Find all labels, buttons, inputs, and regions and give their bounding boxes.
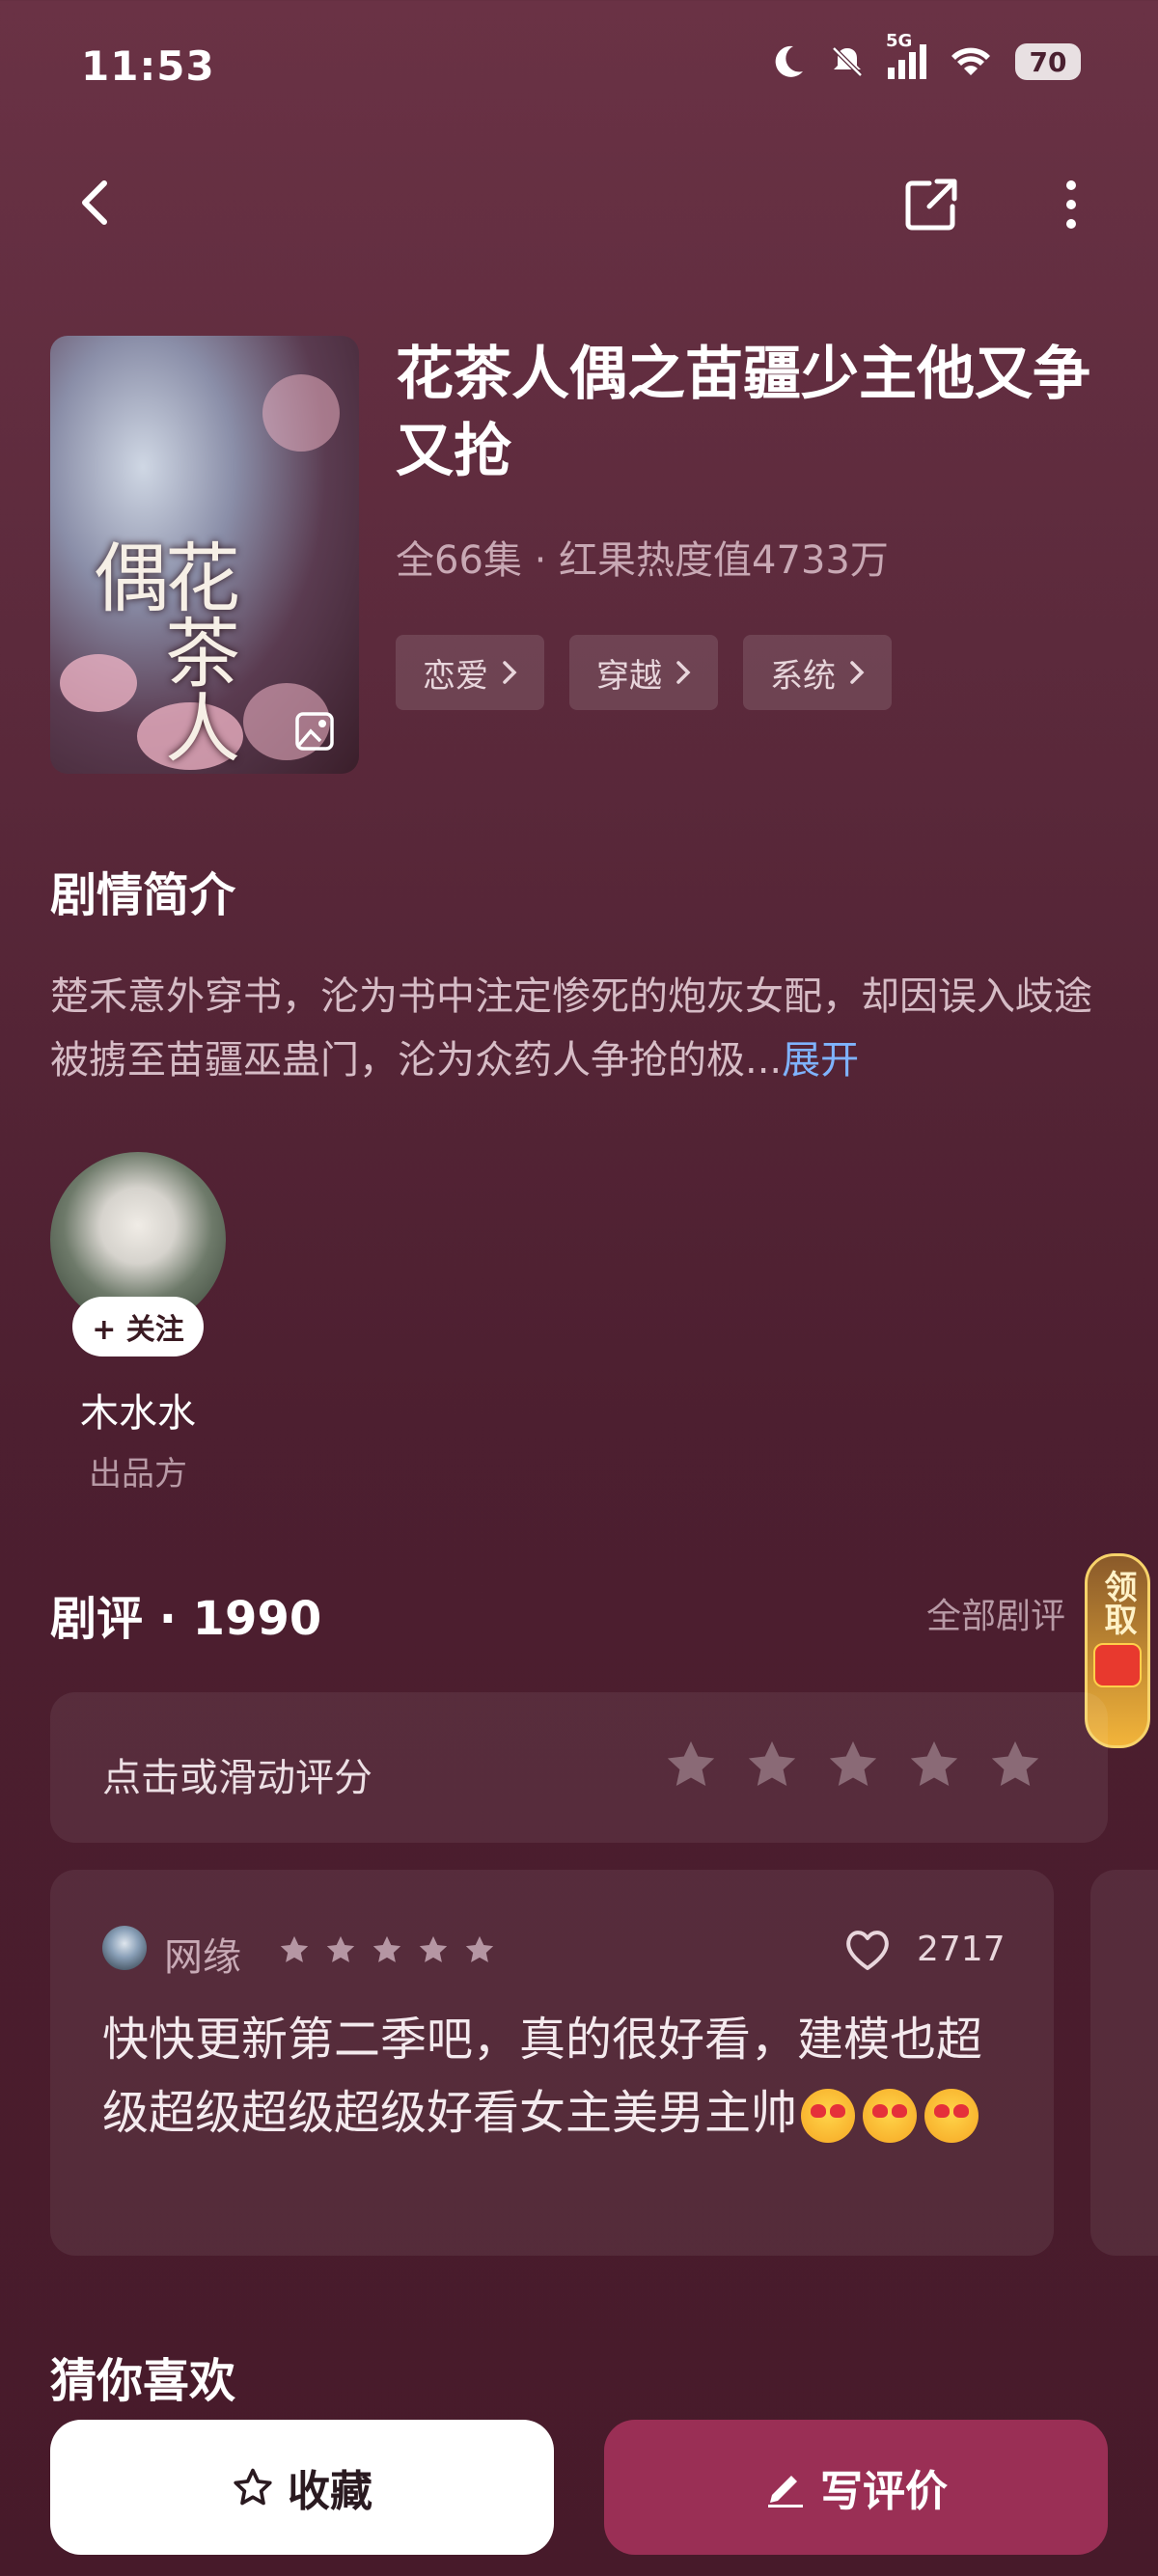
follow-button[interactable]: + 关注: [72, 1297, 204, 1357]
tag-romance[interactable]: 恋爱: [396, 635, 544, 710]
chevron-right-icon: [676, 661, 691, 684]
reward-label: 领取: [1098, 1570, 1137, 1635]
star-icon[interactable]: [986, 1737, 1044, 1793]
back-arrow-icon[interactable]: [68, 174, 125, 232]
write-review-button[interactable]: 写评价: [604, 2420, 1108, 2555]
producer-name[interactable]: 木水水: [50, 1382, 226, 1438]
star-icon[interactable]: [824, 1737, 882, 1793]
star-icon[interactable]: [743, 1737, 801, 1793]
wifi-icon: [951, 47, 990, 75]
tag-list: 恋爱 穿越 系统: [396, 635, 892, 710]
poster-title-text: 花茶人偶: [81, 538, 239, 764]
heart-eyes-emoji-icon: [863, 2089, 918, 2143]
review-stars: [278, 1933, 496, 1966]
reviewer-name[interactable]: 网缘: [164, 1926, 241, 1982]
view-all-reviews-link[interactable]: 全部剧评: [926, 1588, 1065, 1638]
star-outline-icon: [234, 2468, 272, 2506]
network-label: 5G: [886, 31, 913, 51]
synopsis-text: 楚禾意外穿书，沦为书中注定惨死的炮灰女配，却因误入歧途被掳至苗疆巫蛊门，沦为众药…: [50, 965, 1102, 1092]
status-icons: 5G 70: [768, 31, 1081, 81]
producer-role: 出品方: [89, 1455, 187, 1494]
recommend-title: 猜你喜欢: [50, 2354, 236, 2408]
star-icon: [419, 1935, 448, 1962]
moon-icon: [775, 45, 803, 77]
signal-icon: 5G: [886, 31, 926, 79]
view-all-label: 全部剧评: [926, 1597, 1066, 1636]
reviews-title: 剧评 · 1990: [50, 1592, 322, 1646]
chevron-right-icon: [850, 661, 865, 684]
heart-icon[interactable]: [843, 1928, 892, 1972]
poster-image[interactable]: 花茶人偶: [50, 336, 359, 774]
battery-icon: 70: [1015, 43, 1081, 80]
reviewer-avatar[interactable]: [102, 1926, 147, 1970]
tag-label: 穿越: [596, 656, 662, 696]
collect-button[interactable]: 收藏: [50, 2420, 554, 2555]
drama-title: 花茶人偶之苗疆少主他又争又抢: [396, 341, 1090, 485]
expand-link[interactable]: 展开: [782, 1038, 859, 1082]
star-icon: [372, 1935, 401, 1962]
red-envelope-icon: [1093, 1643, 1142, 1687]
review-card-next[interactable]: [1090, 1870, 1158, 2256]
star-icon[interactable]: [905, 1737, 963, 1793]
synopsis-title: 剧情简介: [50, 868, 236, 922]
star-icon: [280, 1935, 309, 1962]
review-text: 快快更新第二季吧，真的很好看，建模也超级超级超级超级好看女主美男主帅: [102, 2003, 990, 2150]
tag-system[interactable]: 系统: [743, 635, 892, 710]
more-vertical-icon[interactable]: [1052, 176, 1090, 233]
tag-time-travel[interactable]: 穿越: [569, 635, 718, 710]
synopsis-body: 楚禾意外穿书，沦为书中注定惨死的炮灰女配，却因误入歧途被掳至苗疆巫蛊门，沦为众药…: [50, 974, 1092, 1082]
mute-bell-icon: [832, 46, 863, 77]
gallery-icon[interactable]: [293, 710, 336, 753]
star-icon: [326, 1935, 355, 1962]
chevron-right-icon: [503, 661, 517, 684]
write-review-label: 写评价: [820, 2467, 948, 2516]
tag-label: 系统: [770, 656, 836, 696]
tag-label: 恋爱: [423, 656, 488, 696]
star-icon: [465, 1935, 494, 1962]
heart-eyes-emoji-icon: [924, 2089, 979, 2143]
rating-prompt: 点击或滑动评分: [102, 1756, 372, 1800]
collect-label: 收藏: [288, 2467, 372, 2516]
heart-eyes-emoji-icon: [801, 2089, 856, 2143]
like-count: 2717: [917, 1930, 1006, 1969]
rating-stars[interactable]: [662, 1737, 1044, 1793]
drama-meta: 全66集 · 红果热度值4733万: [396, 538, 889, 583]
pencil-icon: [768, 2476, 803, 2507]
share-icon[interactable]: [902, 176, 960, 233]
status-time: 11:53: [81, 42, 215, 90]
star-icon[interactable]: [662, 1737, 720, 1793]
